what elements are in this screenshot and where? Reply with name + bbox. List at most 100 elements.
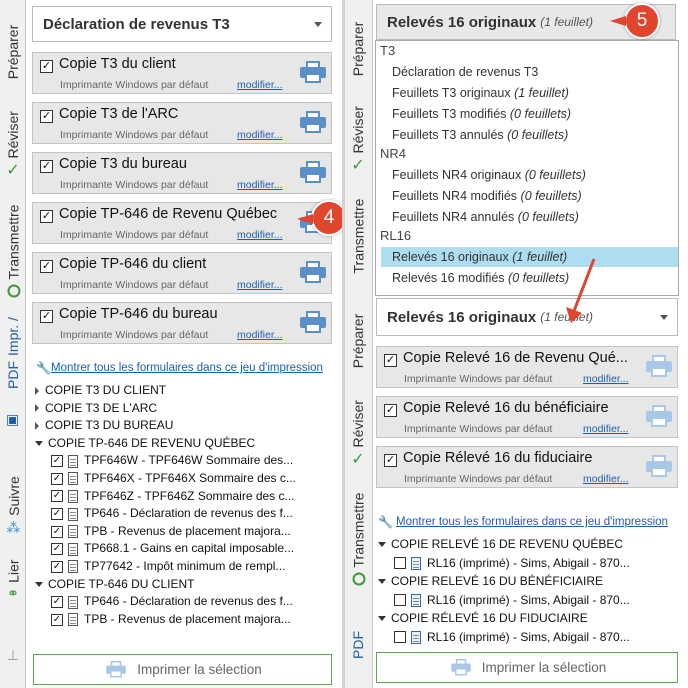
copy-item[interactable]: ✓ Copie T3 du bureau Imprimante Windows pa… <box>32 152 332 194</box>
form-checkbox[interactable] <box>394 594 406 607</box>
tree-item[interactable]: RL16 (imprimé) - Sims, Abigail - 870... <box>394 593 630 607</box>
dropdown-option[interactable]: Feuillets T3 originaux (1 feuillet) <box>381 83 678 103</box>
tab-pdf[interactable]: PDF Impr. / <box>0 317 26 389</box>
printer-icon[interactable] <box>646 455 672 479</box>
copy-checkbox[interactable]: ✓ <box>384 354 397 367</box>
dropdown-option[interactable]: Relevés 16 modifiés (0 feuillets) <box>381 268 678 288</box>
dropdown-option[interactable]: Relevés 16 originaux (1 feuillet) <box>381 247 678 267</box>
modify-link[interactable]: modifier... <box>237 329 283 341</box>
tab-transmettre[interactable]: Transmettre <box>0 192 26 310</box>
form-checkbox[interactable] <box>394 631 406 644</box>
tree-group[interactable]: COPIE RÉLEVÉ 16 DU FIDUCIAIRE <box>378 611 588 625</box>
form-checkbox[interactable] <box>394 557 406 570</box>
modify-link[interactable]: modifier... <box>237 229 283 241</box>
dropdown-option[interactable]: Déclaration de revenus T3 <box>381 62 678 82</box>
copy-item[interactable]: ✓ Copie TP-646 de Revenu Québec Imprimante… <box>32 202 332 244</box>
tree-group[interactable]: COPIE TP-646 DE REVENU QUÉBEC <box>35 436 255 450</box>
tree-item[interactable]: ✓ TP646 - Déclaration de revenus des f... <box>51 594 293 609</box>
tab-transmettre[interactable]: Transmettre <box>345 186 371 286</box>
tree-item[interactable]: ✓ TPB - Revenus de placement majora... <box>51 612 291 627</box>
modify-link[interactable]: modifier... <box>583 423 629 435</box>
modify-link[interactable]: modifier... <box>237 79 283 91</box>
print-selection-button[interactable]: Imprimer la sélection <box>33 654 332 685</box>
tree-group[interactable]: COPIE T3 DE L'ARC <box>35 401 157 415</box>
show-all-forms-link[interactable]: Montrer tous les formulaires dans ce jeu… <box>396 516 678 528</box>
tree-item[interactable]: ✓ TP646 - Déclaration de revenus des f... <box>51 506 293 521</box>
collapse-arrow-icon[interactable] <box>378 542 386 548</box>
tab-reviser-2[interactable]: ✓ Réviser <box>345 388 371 478</box>
show-all-forms-link[interactable]: Montrer tous les formulaires dans ce jeu… <box>51 362 331 374</box>
printer-icon[interactable] <box>646 355 672 379</box>
copy-checkbox[interactable]: ✓ <box>40 310 53 323</box>
copy-checkbox[interactable]: ✓ <box>384 404 397 417</box>
tab-lier[interactable]: ⚭ Lier <box>0 550 26 608</box>
copy-checkbox[interactable]: ✓ <box>40 160 53 173</box>
tab-pdf[interactable]: PDF <box>345 610 371 680</box>
dropdown-option[interactable]: Feuillets NR4 annulés (0 feuillets) <box>381 207 678 227</box>
dropdown-option[interactable]: Feuillets T3 annulés (0 feuillets) <box>381 125 678 145</box>
tab-impr[interactable]: ▣ <box>0 388 26 450</box>
tree-group[interactable]: COPIE RELEVÉ 16 DE REVENU QUÉBEC <box>378 537 623 551</box>
expand-arrow-icon[interactable] <box>35 386 39 395</box>
modify-link[interactable]: modifier... <box>237 279 283 291</box>
tree-item[interactable]: RL16 (imprimé) - Sims, Abigail - 870... <box>394 556 630 570</box>
printer-icon[interactable] <box>300 311 326 335</box>
modify-link[interactable]: modifier... <box>583 473 629 485</box>
copy-checkbox[interactable]: ✓ <box>40 210 53 223</box>
tree-group[interactable]: COPIE TP-646 DU CLIENT <box>35 577 194 591</box>
tab-preparer[interactable]: Préparer <box>0 4 26 100</box>
copy-item[interactable]: ✓ Copie Relevé 16 de Revenu Qué... Imprima… <box>376 346 678 388</box>
tab-reviser[interactable]: ✓ Réviser <box>0 100 26 188</box>
tree-group[interactable]: COPIE RELEVÉ 16 DU BÉNÉFICIAIRE <box>378 574 603 588</box>
tree-item[interactable]: ✓ TPF646Z - TPF646Z Sommaire des c... <box>51 489 295 503</box>
form-checkbox[interactable]: ✓ <box>51 613 63 626</box>
tab-suivre[interactable]: ⁂ Suivre <box>0 465 26 545</box>
collapse-arrow-icon[interactable] <box>35 441 43 447</box>
form-checkbox[interactable]: ✓ <box>51 525 63 538</box>
modify-link[interactable]: modifier... <box>237 179 283 191</box>
form-checkbox[interactable]: ✓ <box>51 455 63 468</box>
copy-item[interactable]: ✓ Copie Rélevé 16 du fiduciaire Imprimante… <box>376 446 678 488</box>
collapse-arrow-icon[interactable] <box>378 579 386 585</box>
dropdown-option[interactable]: Feuillets T3 modifiés (0 feuillets) <box>381 104 678 124</box>
tree-group[interactable]: COPIE T3 DU BUREAU <box>35 418 173 432</box>
modify-link[interactable]: modifier... <box>237 129 283 141</box>
tab-preparer-2[interactable]: Préparer <box>345 296 371 386</box>
copy-checkbox[interactable]: ✓ <box>384 454 397 467</box>
printer-icon[interactable] <box>300 261 326 285</box>
print-set-dropdown[interactable]: Déclaration de revenus T3 <box>32 6 332 42</box>
tree-item[interactable]: ✓ TPB - Revenus de placement majora... <box>51 524 291 539</box>
tab-reviser[interactable]: ✓ Réviser <box>345 94 371 184</box>
dropdown-option[interactable]: Feuillets NR4 originaux (0 feuillets) <box>381 165 678 185</box>
copy-checkbox[interactable]: ✓ <box>40 260 53 273</box>
tree-item[interactable]: ✓ TPF646W - TPF646W Sommaire des... <box>51 453 293 468</box>
printer-icon[interactable] <box>300 111 326 135</box>
printer-icon[interactable] <box>300 61 326 85</box>
tree-group[interactable]: COPIE T3 DU CLIENT <box>35 383 166 397</box>
form-checkbox[interactable]: ✓ <box>51 560 63 573</box>
collapse-arrow-icon[interactable] <box>35 581 43 587</box>
copy-item[interactable]: ✓ Copie TP-646 du client Imprimante Window… <box>32 252 332 294</box>
expand-arrow-icon[interactable] <box>35 422 39 431</box>
collapse-arrow-icon[interactable] <box>378 616 386 622</box>
print-set-dropdown[interactable]: Relevés 16 originaux (1 feuillet) <box>376 298 678 336</box>
tab-preparer[interactable]: Préparer <box>345 4 371 94</box>
printer-icon[interactable] <box>646 405 672 429</box>
form-checkbox[interactable]: ✓ <box>51 508 63 521</box>
copy-item[interactable]: ✓ Copie TP-646 du bureau Imprimante Window… <box>32 302 332 344</box>
modify-link[interactable]: modifier... <box>583 373 629 385</box>
tree-item[interactable]: ✓ TP77642 - Impôt minimum de rempl... <box>51 559 285 574</box>
tree-item[interactable]: ✓ TP668.1 - Gains en capital imposable... <box>51 541 294 556</box>
tab-transmettre-2[interactable]: Transmettre <box>345 480 371 598</box>
dropdown-option[interactable]: Feuillets NR4 modifiés (0 feuillets) <box>381 186 678 206</box>
copy-item[interactable]: ✓ Copie T3 du client Imprimante Windows pa… <box>32 52 332 94</box>
tree-item[interactable]: RL16 (imprimé) - Sims, Abigail - 870... <box>394 630 630 644</box>
print-selection-button[interactable]: Imprimer la sélection <box>376 652 678 683</box>
form-checkbox[interactable]: ✓ <box>51 472 63 485</box>
copy-checkbox[interactable]: ✓ <box>40 110 53 123</box>
copy-checkbox[interactable]: ✓ <box>40 60 53 73</box>
copy-item[interactable]: ✓ Copie Relevé 16 du bénéficiaire Impriman… <box>376 396 678 438</box>
form-checkbox[interactable]: ✓ <box>51 543 63 556</box>
pin-icon[interactable]: ⊥ <box>0 640 26 670</box>
copy-item[interactable]: ✓ Copie T3 de l'ARC Imprimante Windows par… <box>32 102 332 144</box>
